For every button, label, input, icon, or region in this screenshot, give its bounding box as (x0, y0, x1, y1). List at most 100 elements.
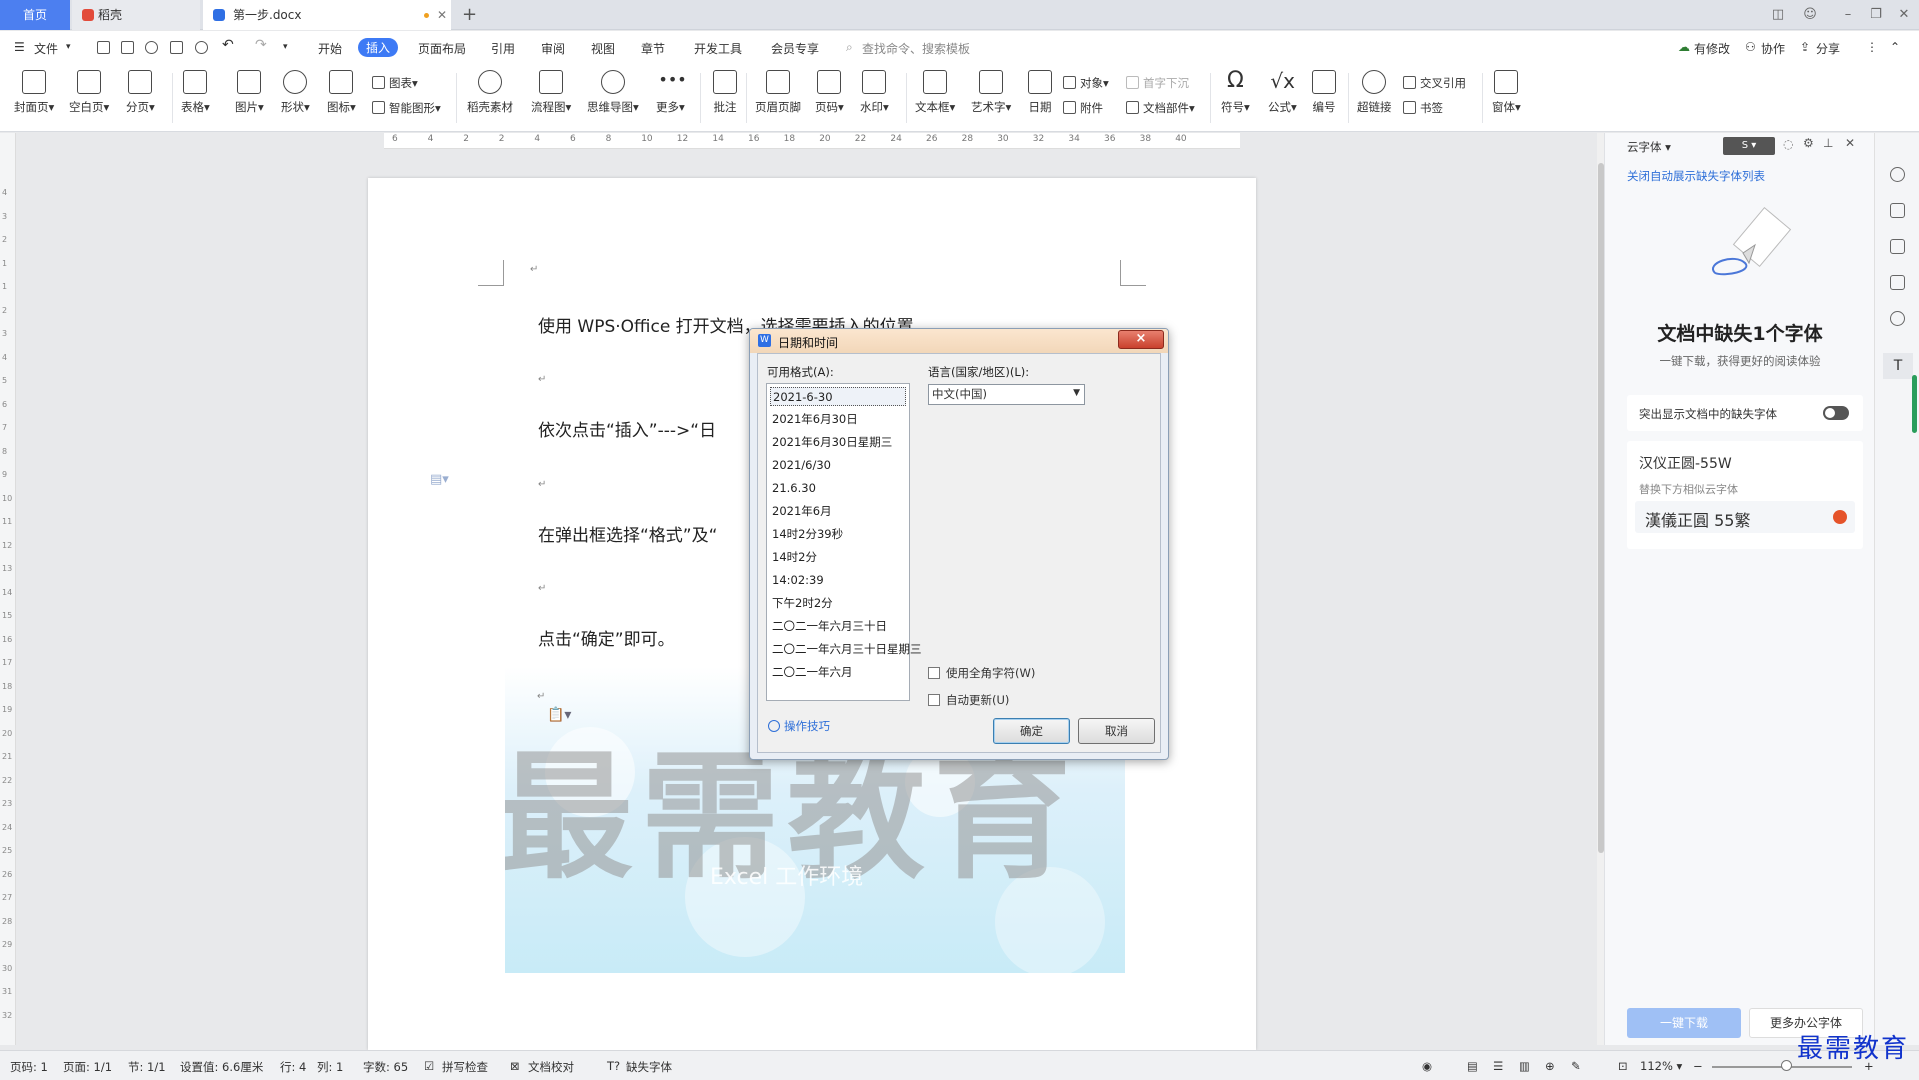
command-search[interactable]: 查找命令、搜索模板 (862, 40, 970, 57)
format-painter-icon[interactable] (145, 41, 158, 54)
pin-icon[interactable]: ⊥ (1823, 136, 1833, 150)
document-paragraph-2[interactable]: 依次点击“插入”--->“日 (538, 416, 716, 441)
chart-button[interactable]: 图表▾ (372, 75, 418, 91)
page-view-icon[interactable]: ▤ (1467, 1059, 1478, 1073)
edit-pen-icon[interactable] (1890, 203, 1905, 218)
panel-header[interactable]: 云字体 ▾ (1627, 139, 1671, 155)
zoom-level[interactable]: 112% ▾ (1640, 1059, 1682, 1073)
vertical-ruler[interactable]: 4 3 2 1 1 2 3 4 5 6 7 8 9 10 11 12 13 14 15 16 17 18 19 20 21 22 2… (0, 133, 16, 1045)
collapse-ribbon-icon[interactable]: ⌃ (1890, 40, 1900, 54)
ok-button[interactable]: 确定 (993, 718, 1070, 744)
status-pages[interactable]: 页面: 1/1 (63, 1059, 112, 1075)
auto-update-checkbox[interactable]: 自动更新(U) (928, 692, 1009, 708)
document-part-button[interactable]: 文档部件▾ (1126, 100, 1195, 116)
more-options-icon[interactable]: ⋮ (1866, 40, 1878, 54)
close-tab-icon[interactable]: ✕ (437, 0, 447, 30)
format-option[interactable]: 下午2时2分 (770, 594, 906, 613)
minimize-icon[interactable]: – (1836, 0, 1860, 30)
more-button[interactable]: ••• 更多▾ (656, 70, 687, 115)
language-select[interactable]: 中文(中国) ▼ (928, 384, 1085, 405)
adjust-sliders-icon[interactable] (1890, 275, 1905, 290)
form-button[interactable]: 窗体▾ (1492, 70, 1521, 115)
fit-page-icon[interactable]: ⊡ (1618, 1059, 1628, 1073)
highlight-toggle[interactable] (1823, 406, 1849, 420)
bookmark-button[interactable]: 书签 (1403, 100, 1443, 116)
paragraph-options-icon[interactable]: ▤▾ (430, 472, 449, 487)
cancel-button[interactable]: 取消 (1078, 718, 1155, 744)
format-option[interactable]: 2021年6月30日星期三 (770, 433, 906, 452)
smart-art-button[interactable]: 智能图形▾ (372, 100, 441, 116)
format-option[interactable]: 2021年6月 (770, 502, 906, 521)
cover-page-button[interactable]: 封面页▾ (14, 70, 54, 115)
symbol-button[interactable]: Ω 符号▾ (1221, 70, 1250, 115)
header-footer-button[interactable]: 页眉页脚 (755, 70, 801, 115)
select-cursor-icon[interactable] (1890, 239, 1905, 254)
checkbox-box[interactable] (928, 667, 940, 679)
menu-file[interactable]: 文件 (34, 40, 58, 57)
format-option[interactable]: 二〇二一年六月三十日 (770, 617, 906, 636)
horizontal-ruler[interactable]: 6 4 2 2 4 6 8 10 12 14 16 18 20 22 24 26 28 30 32 34 36 38 40 (384, 133, 1240, 149)
picture-button[interactable]: 图片▾ (235, 70, 264, 115)
mindmap-button[interactable]: 思维导图▾ (587, 70, 639, 115)
flowchart-button[interactable]: 流程图▾ (531, 70, 571, 115)
print-preview-icon[interactable] (195, 41, 208, 54)
dialog-titlebar[interactable]: W 日期和时间 × (750, 329, 1168, 353)
restore-icon[interactable]: ❐ (1864, 0, 1888, 30)
word-art-button[interactable]: 艺术字▾ (971, 70, 1011, 115)
date-button[interactable]: 日期 (1028, 70, 1052, 115)
layout-icon[interactable]: ◫ (1766, 0, 1790, 30)
format-option[interactable]: 二〇二一年六月三十日星期三 (770, 640, 922, 659)
input-method-icon[interactable]: S ▾ (1723, 137, 1775, 155)
page-break-button[interactable]: 分页▾ (126, 70, 155, 115)
paste-options-icon[interactable]: 📋▾ (547, 707, 571, 723)
writing-mode-icon[interactable]: ✎ (1571, 1059, 1581, 1073)
formula-button[interactable]: √x 公式▾ (1268, 70, 1297, 115)
hyperlink-button[interactable]: 超链接 (1357, 70, 1392, 115)
collaborate-button[interactable]: 协作 (1761, 40, 1785, 57)
object-button[interactable]: 对象▾ (1063, 75, 1109, 91)
format-option[interactable]: 21.6.30 (770, 479, 906, 498)
outline-view-icon[interactable]: ☰ (1493, 1059, 1503, 1073)
hamburger-icon[interactable]: ☰ (14, 40, 25, 54)
redo-icon[interactable]: ↷ (255, 37, 267, 53)
print-icon[interactable] (170, 41, 183, 54)
status-column[interactable]: 列: 1 (317, 1059, 343, 1075)
zoom-slider-handle[interactable] (1781, 1060, 1792, 1071)
blank-page-button[interactable]: 空白页▾ (69, 70, 109, 115)
status-setting[interactable]: 设置值: 6.6厘米 (180, 1059, 263, 1075)
checkbox-box[interactable] (928, 694, 940, 706)
format-option[interactable]: 二〇二一年六月 (770, 663, 906, 682)
format-option[interactable]: 2021-6-30 (770, 387, 906, 406)
status-section[interactable]: 节: 1/1 (128, 1059, 166, 1075)
tab-daoke[interactable]: 稻壳 (72, 0, 200, 30)
menu-view[interactable]: 视图 (591, 40, 615, 57)
cross-reference-button[interactable]: 交叉引用 (1403, 75, 1466, 91)
format-option[interactable]: 14:02:39 (770, 571, 906, 590)
document-paragraph-3[interactable]: 在弹出框选择“格式”及“ (538, 521, 717, 546)
missing-font-button[interactable]: 缺失字体 (626, 1059, 672, 1075)
zoom-out-icon[interactable]: − (1693, 1059, 1703, 1073)
modified-button[interactable]: 有修改 (1694, 40, 1730, 57)
comment-button[interactable]: 批注 (713, 70, 737, 115)
document-paragraph-4[interactable]: 点击“确定”即可。 (538, 625, 675, 650)
avatar[interactable]: ☺ (1798, 0, 1822, 30)
chevron-down-icon[interactable]: ▾ (66, 42, 71, 52)
dialog-close-button[interactable]: × (1118, 330, 1164, 349)
cloud-font-option[interactable]: 漢儀正圓 55繁 (1635, 501, 1855, 533)
fullwidth-checkbox[interactable]: 使用全角字符(W) (928, 665, 1035, 681)
table-button[interactable]: 表格▾ (181, 70, 210, 115)
menu-insert[interactable]: 插入 (358, 38, 399, 57)
new-tab-icon[interactable]: + (462, 0, 477, 30)
new-doc-icon[interactable] (97, 41, 110, 54)
quick-access-more-icon[interactable]: ▾ (283, 42, 288, 52)
menu-member[interactable]: 会员专享 (771, 40, 819, 57)
page-number-button[interactable]: 页码▾ (815, 70, 844, 115)
attachment-button[interactable]: 附件 (1063, 100, 1103, 116)
status-page[interactable]: 页码: 1 (10, 1059, 48, 1075)
format-option[interactable]: 2021年6月30日 (770, 410, 906, 429)
tips-link[interactable]: 操作技巧 (768, 718, 830, 734)
gear-icon[interactable]: ⚙ (1803, 136, 1814, 150)
save-icon[interactable] (121, 41, 134, 54)
format-option[interactable]: 14时2分 (770, 548, 906, 567)
menu-references[interactable]: 引用 (491, 40, 515, 57)
